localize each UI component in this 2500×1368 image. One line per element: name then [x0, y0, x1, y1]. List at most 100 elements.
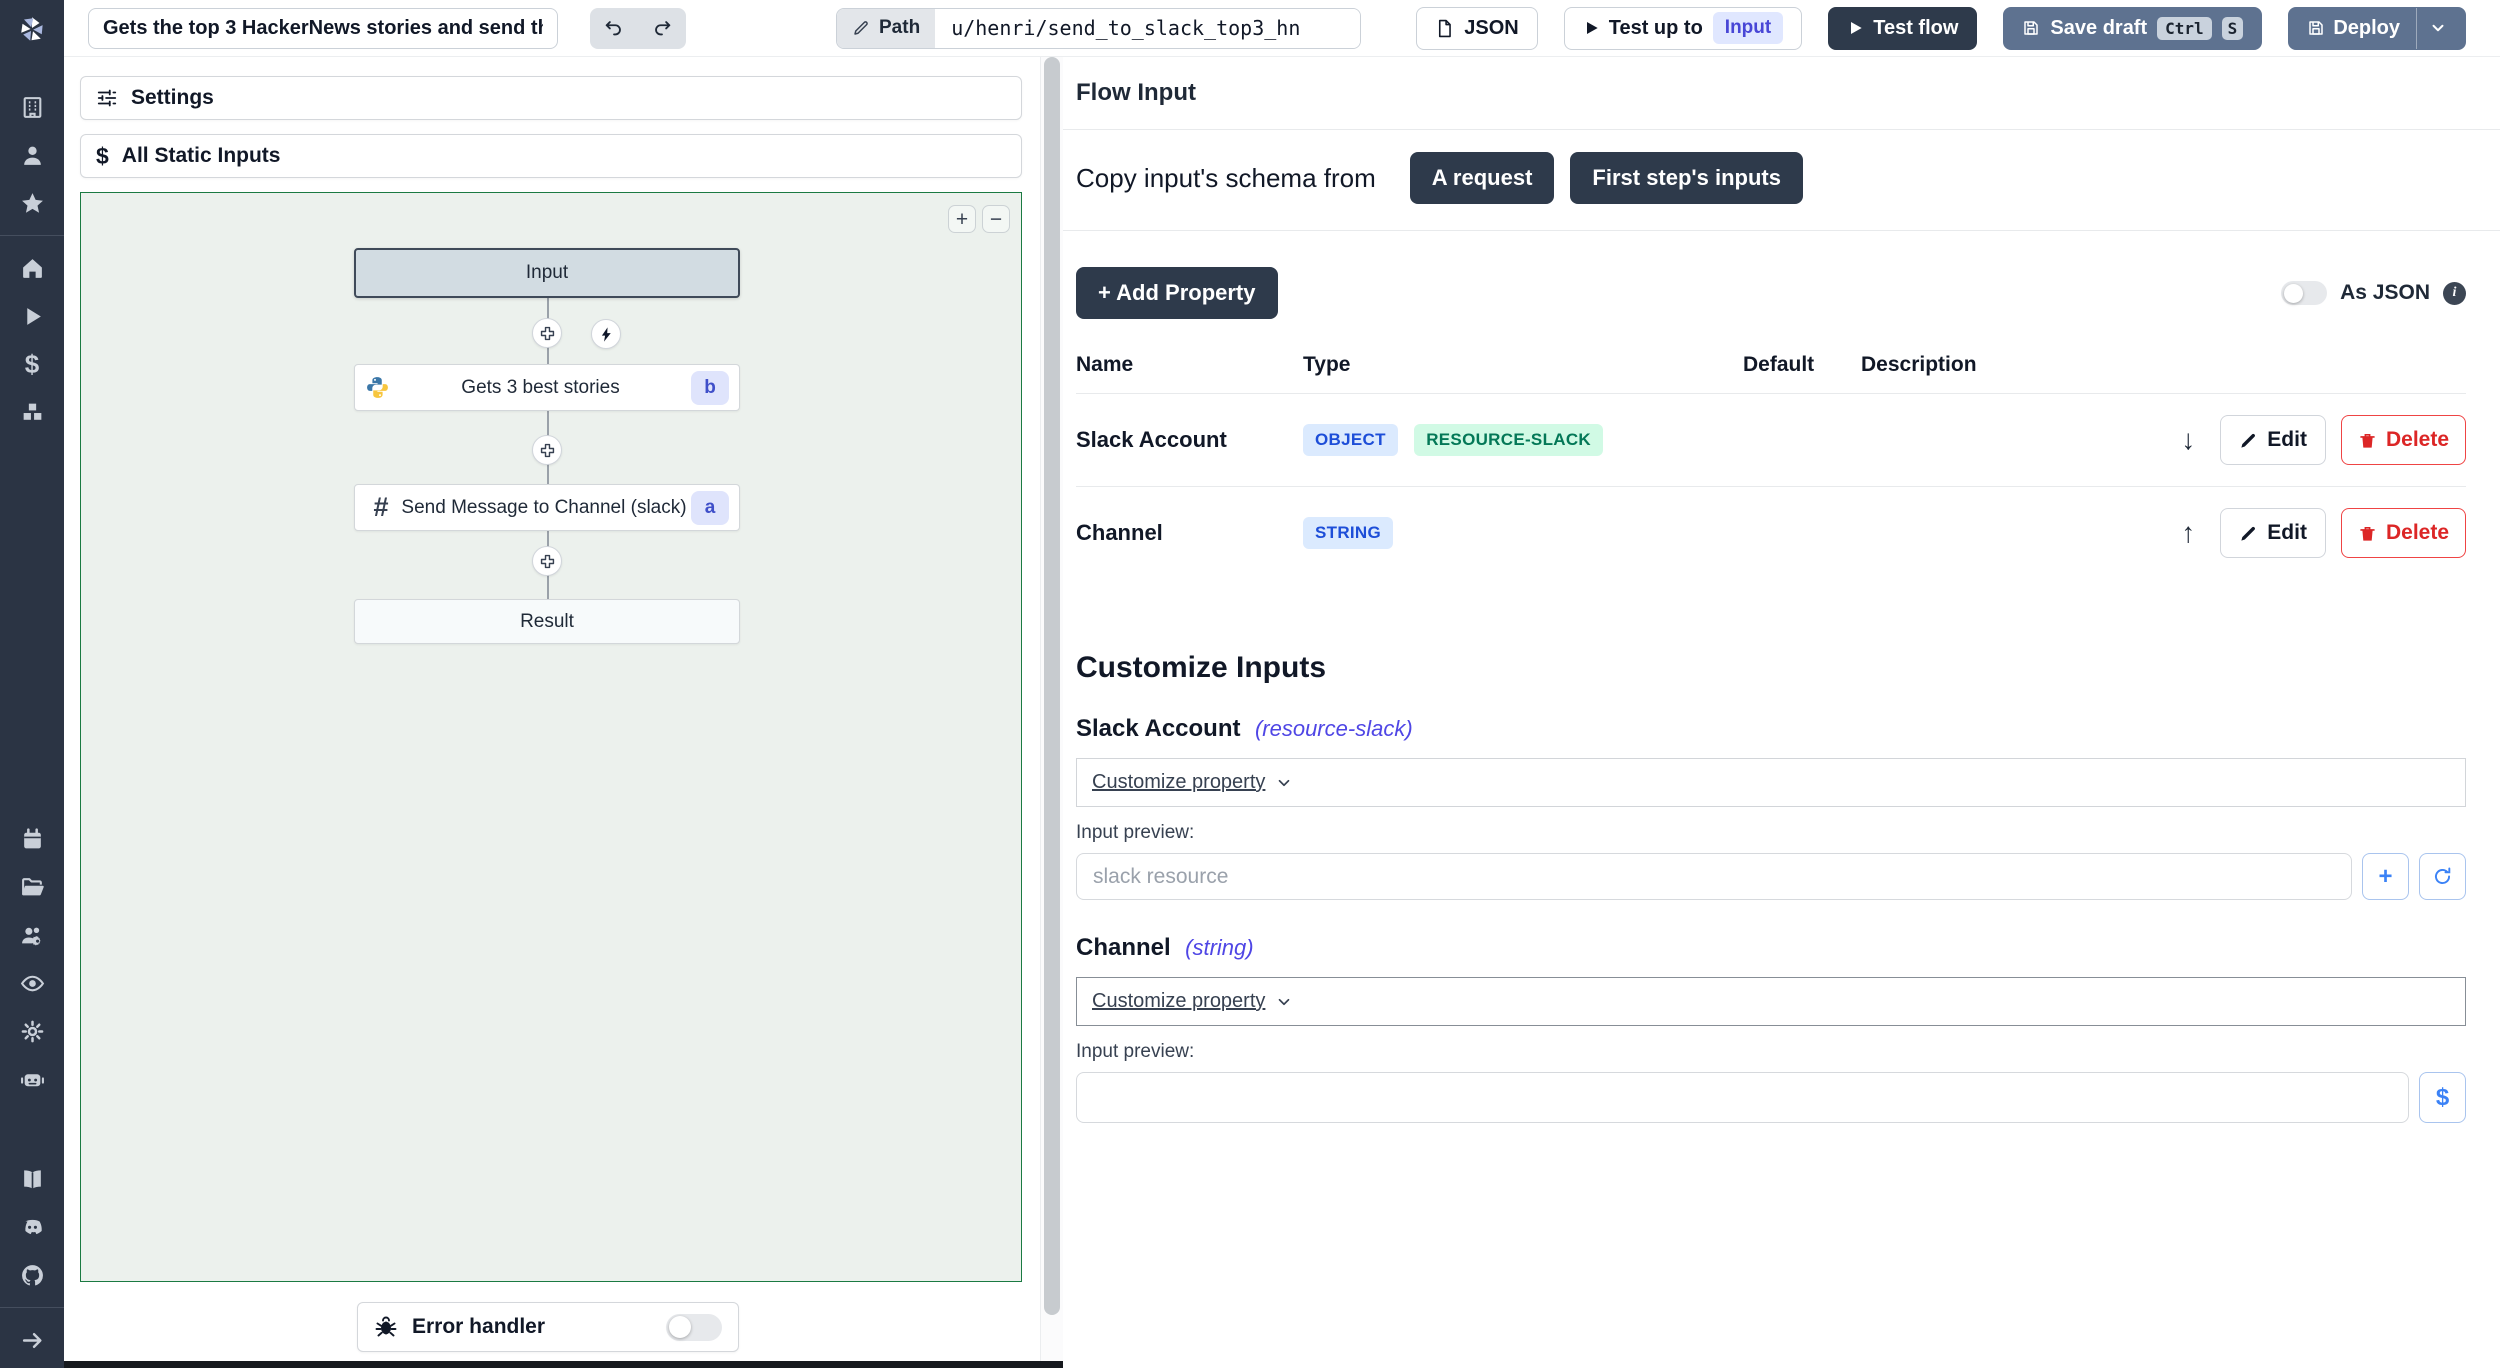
- move-up-icon[interactable]: ↑: [2175, 518, 2201, 548]
- error-handler-toggle[interactable]: [666, 1313, 722, 1341]
- edit-button[interactable]: Edit: [2220, 508, 2326, 558]
- canvas-zoom-in-button[interactable]: +: [948, 205, 976, 233]
- chevron-down-icon: [1279, 779, 1290, 786]
- error-handler-bar[interactable]: Error handler: [357, 1302, 739, 1352]
- slack-resource-input[interactable]: [1076, 853, 2352, 900]
- refresh-button[interactable]: [2419, 853, 2466, 900]
- path-label: Path: [879, 17, 921, 38]
- delete-button[interactable]: Delete: [2340, 508, 2466, 558]
- move-down-icon[interactable]: ↓: [2175, 425, 2201, 455]
- github-icon[interactable]: [0, 1251, 64, 1299]
- discord-icon[interactable]: [0, 1203, 64, 1251]
- docs-book-icon[interactable]: [0, 1155, 64, 1203]
- vertical-scrollbar[interactable]: [1040, 57, 1063, 1368]
- horizontal-scrollbar[interactable]: [64, 1361, 1063, 1368]
- info-icon[interactable]: i: [2443, 281, 2466, 305]
- table-row-slack-account: Slack Account OBJECT RESOURCE-SLACK ↓ Ed…: [1076, 393, 2466, 486]
- copy-schema-label: Copy input's schema from: [1076, 162, 1376, 193]
- table-row-channel: Channel STRING ↑ Edit Delete: [1076, 486, 2466, 579]
- audit-eye-icon[interactable]: [0, 959, 64, 1007]
- groups-admin-icon[interactable]: [0, 911, 64, 959]
- plus-icon: [540, 443, 554, 457]
- type-badge-object: OBJECT: [1303, 424, 1398, 456]
- customize-property-dropdown[interactable]: Customize property: [1076, 977, 2466, 1026]
- variables-dollar-icon[interactable]: $: [0, 340, 64, 388]
- schedules-calendar-icon[interactable]: [0, 815, 64, 863]
- add-resource-button[interactable]: +: [2362, 853, 2409, 900]
- kbd-s: S: [2221, 16, 2244, 40]
- chevron-down-icon: [1279, 998, 1290, 1005]
- flow-node-step-b[interactable]: Gets 3 best stories b: [354, 364, 740, 411]
- save-icon: [2309, 21, 2324, 35]
- json-button[interactable]: JSON: [1416, 6, 1538, 50]
- insert-variable-button[interactable]: $: [2419, 1072, 2466, 1123]
- bug-icon: [375, 1316, 397, 1337]
- properties-table: Name Type Default Description Slack Acco…: [1076, 353, 2466, 579]
- flow-canvas[interactable]: + − Input Gets 3 best stories b # Send M…: [80, 192, 1022, 1282]
- workers-robot-icon[interactable]: [0, 1055, 64, 1103]
- step-id-badge: b: [691, 370, 729, 405]
- customize-section-channel: Channel (string) Customize property Inpu…: [1076, 934, 2466, 1123]
- flow-title-input[interactable]: [88, 7, 558, 49]
- windmill-logo-icon[interactable]: [0, 0, 64, 57]
- scrollbar-thumb[interactable]: [1044, 57, 1060, 1315]
- input-preview-label: Input preview:: [1076, 822, 1195, 843]
- flow-path-widget[interactable]: Path u/henri/send_to_slack_top3_hn: [836, 7, 1362, 49]
- chevron-down-icon: [2432, 24, 2444, 32]
- customize-inputs-title: Customize Inputs: [1076, 651, 1327, 684]
- settings-gear-icon[interactable]: [0, 1007, 64, 1055]
- windmill-flow-editor: $ Gets the top 3 HackerNews stories and …: [0, 0, 2500, 1368]
- undo-button[interactable]: [590, 8, 638, 49]
- pencil-icon: [2241, 433, 2256, 448]
- test-up-to-target-badge: Input: [1712, 12, 1784, 44]
- sidebar-divider: [0, 1307, 64, 1308]
- channel-input[interactable]: [1076, 1072, 2409, 1123]
- runs-play-icon[interactable]: [0, 292, 64, 340]
- play-icon: [1586, 22, 1598, 34]
- test-up-to-button[interactable]: Test up to Input: [1563, 6, 1803, 50]
- canvas-zoom-out-button[interactable]: −: [982, 205, 1010, 233]
- dollar-icon: $: [96, 142, 109, 169]
- flow-node-step-a[interactable]: # Send Message to Channel (slack) a: [354, 484, 740, 531]
- dollar-icon: $: [2435, 1083, 2450, 1111]
- slack-hash-icon: #: [373, 492, 389, 522]
- step-id-badge: a: [691, 490, 729, 525]
- user-icon[interactable]: [0, 131, 64, 179]
- plus-icon: [540, 554, 554, 568]
- copy-from-first-step-button[interactable]: First step's inputs: [1570, 152, 1803, 204]
- folders-icon[interactable]: [0, 863, 64, 911]
- python-icon: [367, 377, 388, 398]
- customize-section-slack-account: Slack Account (resource-slack) Customize…: [1076, 715, 2466, 900]
- home-icon[interactable]: [0, 244, 64, 292]
- trigger-lightning-button[interactable]: [591, 319, 621, 349]
- flow-node-result[interactable]: Result: [354, 599, 740, 644]
- property-type-label: (string): [1185, 935, 1254, 960]
- all-static-inputs-bar[interactable]: $ All Static Inputs: [80, 134, 1022, 178]
- insert-step-button[interactable]: [532, 546, 562, 576]
- flow-graph-pane: Settings $ All Static Inputs + − Input G…: [64, 57, 1040, 1368]
- add-property-button[interactable]: + Add Property: [1076, 267, 1278, 319]
- as-json-toggle[interactable]: [2281, 281, 2328, 305]
- redo-button[interactable]: [638, 8, 686, 49]
- test-flow-button[interactable]: Test flow: [1828, 6, 1978, 50]
- flow-node-input[interactable]: Input: [354, 248, 740, 298]
- edit-button[interactable]: Edit: [2220, 415, 2326, 465]
- deploy-button[interactable]: Deploy: [2288, 6, 2466, 50]
- type-badge-resource-slack: RESOURCE-SLACK: [1414, 424, 1603, 456]
- insert-step-button[interactable]: [532, 435, 562, 465]
- save-draft-button[interactable]: Save draft Ctrl S: [2003, 6, 2263, 50]
- customize-property-dropdown[interactable]: Customize property: [1076, 758, 2466, 807]
- workspace-icon[interactable]: [0, 83, 64, 131]
- path-value[interactable]: u/henri/send_to_slack_top3_hn: [935, 8, 1361, 48]
- refresh-icon: [2435, 867, 2451, 885]
- flow-toolbar: Path u/henri/send_to_slack_top3_hn JSON …: [64, 0, 2500, 57]
- copy-from-request-button[interactable]: A request: [1409, 152, 1555, 204]
- property-type-label: (resource-slack): [1254, 716, 1413, 741]
- flow-settings-bar[interactable]: Settings: [80, 76, 1022, 120]
- favorites-star-icon[interactable]: [0, 179, 64, 227]
- insert-step-button[interactable]: [532, 318, 562, 348]
- collapse-arrow-right-icon[interactable]: [0, 1316, 64, 1364]
- resources-cubes-icon[interactable]: [0, 388, 64, 436]
- delete-button[interactable]: Delete: [2340, 415, 2466, 465]
- kbd-ctrl: Ctrl: [2157, 16, 2212, 40]
